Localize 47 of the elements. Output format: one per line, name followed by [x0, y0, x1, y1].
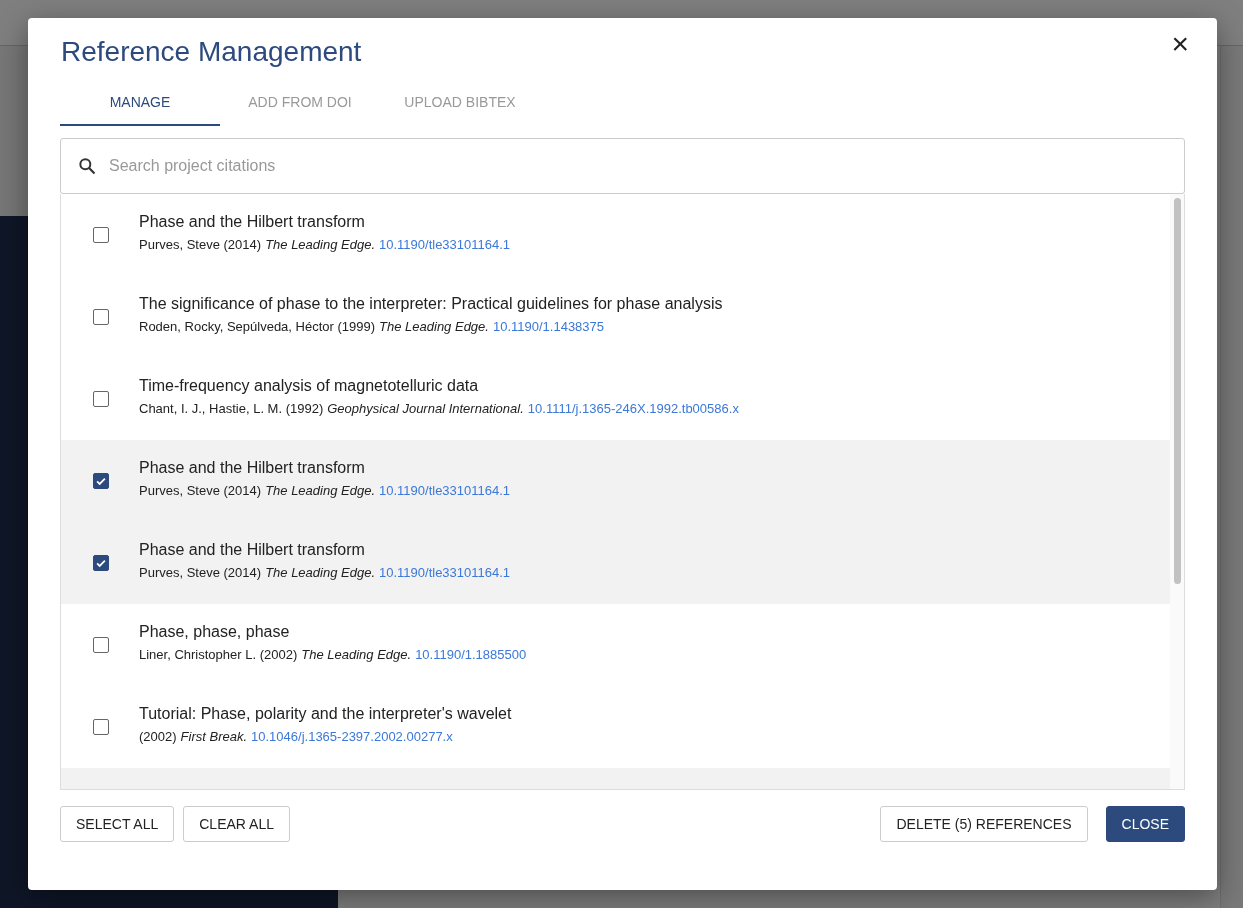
- doi-link[interactable]: 10.1190/1.1438375: [492, 318, 605, 334]
- journal-name: The Leading Edge.: [265, 482, 375, 498]
- close-button[interactable]: ×: [1165, 32, 1195, 56]
- primary-button[interactable]: CLOSE: [1105, 806, 1185, 842]
- journal-name: The Leading Edge.: [265, 564, 375, 580]
- doi-link[interactable]: 10.1190/tle33101164.1: [379, 564, 511, 580]
- scrollbar[interactable]: [1173, 198, 1181, 584]
- checkbox[interactable]: [93, 227, 109, 243]
- reference-title: Time-frequency analysis of magnetotelluric data: [139, 376, 480, 395]
- checkbox[interactable]: [93, 473, 109, 489]
- reference-title: The significance of phase to the interpreter: Practical guidelines for phase analysis: [139, 294, 723, 313]
- checkbox[interactable]: [93, 555, 109, 571]
- search-bar[interactable]: Search project citations: [60, 138, 1185, 194]
- reference-title: Phase, phase, phase: [139, 622, 291, 641]
- reference-authors: Liner, Christopher L. (2002): [139, 646, 298, 662]
- reference-authors: Chant, I. J., Hastie, L. M. (1992): [139, 400, 324, 416]
- journal-name: Geophysical Journal International.: [327, 400, 524, 416]
- journal-name: The Leading Edge.: [265, 236, 375, 252]
- reference-authors: Purves, Steve (2014): [139, 482, 262, 498]
- outline-button[interactable]: SELECT ALL: [60, 806, 175, 842]
- checkbox[interactable]: [93, 391, 109, 407]
- reference-row[interactable]: Phase and the Hilbert transform Purves, Steve (2014) The Leading Edge. 10.1190/tle33101164.1: [61, 522, 1170, 604]
- outline-button[interactable]: CLEAR ALL: [183, 806, 290, 842]
- reference-authors: Purves, Steve (2014): [139, 564, 262, 580]
- journal-name: The Leading Edge.: [379, 318, 489, 334]
- reference-authors: (2002): [139, 728, 177, 744]
- checkbox[interactable]: [93, 309, 109, 325]
- checkbox[interactable]: [93, 719, 109, 735]
- reference-title: Phase and the Hilbert transform: [139, 212, 366, 231]
- checkbox[interactable]: [93, 637, 109, 653]
- reference-row[interactable]: Phase and the Hilbert transform Purves, Steve (2014) The Leading Edge. 10.1190/tle33101164.1: [61, 440, 1170, 522]
- doi-link[interactable]: 10.1190/tle33101164.1: [379, 482, 511, 498]
- tab[interactable]: MANAGE: [60, 88, 220, 126]
- reference-authors: Purves, Steve (2014): [139, 236, 262, 252]
- search-icon: [77, 156, 97, 176]
- doi-link[interactable]: 10.1111/j.1365-246X.1992.tb00586.x: [527, 400, 739, 416]
- doi-link[interactable]: 10.1190/1.1885500: [415, 646, 527, 662]
- journal-name: The Leading Edge.: [301, 646, 412, 662]
- journal-name: First Break.: [180, 728, 248, 744]
- reference-title: Tutorial: Phase, polarity and the interpreter's wavelet: [139, 704, 512, 723]
- doi-link[interactable]: 10.1046/j.1365-2397.2002.00277.x: [251, 728, 453, 744]
- doi-link[interactable]: 10.1190/tle33101164.1: [379, 236, 511, 252]
- outline-button[interactable]: DELETE (5) REFERENCES: [880, 806, 1088, 842]
- reference-title: Phase and the Hilbert transform: [139, 458, 366, 477]
- reference-title: Phase and the Hilbert transform: [139, 540, 366, 559]
- reference-authors: Roden, Rocky, Sepúlveda, Héctor (1999): [139, 318, 376, 334]
- dialog-title: Reference Management: [61, 36, 362, 68]
